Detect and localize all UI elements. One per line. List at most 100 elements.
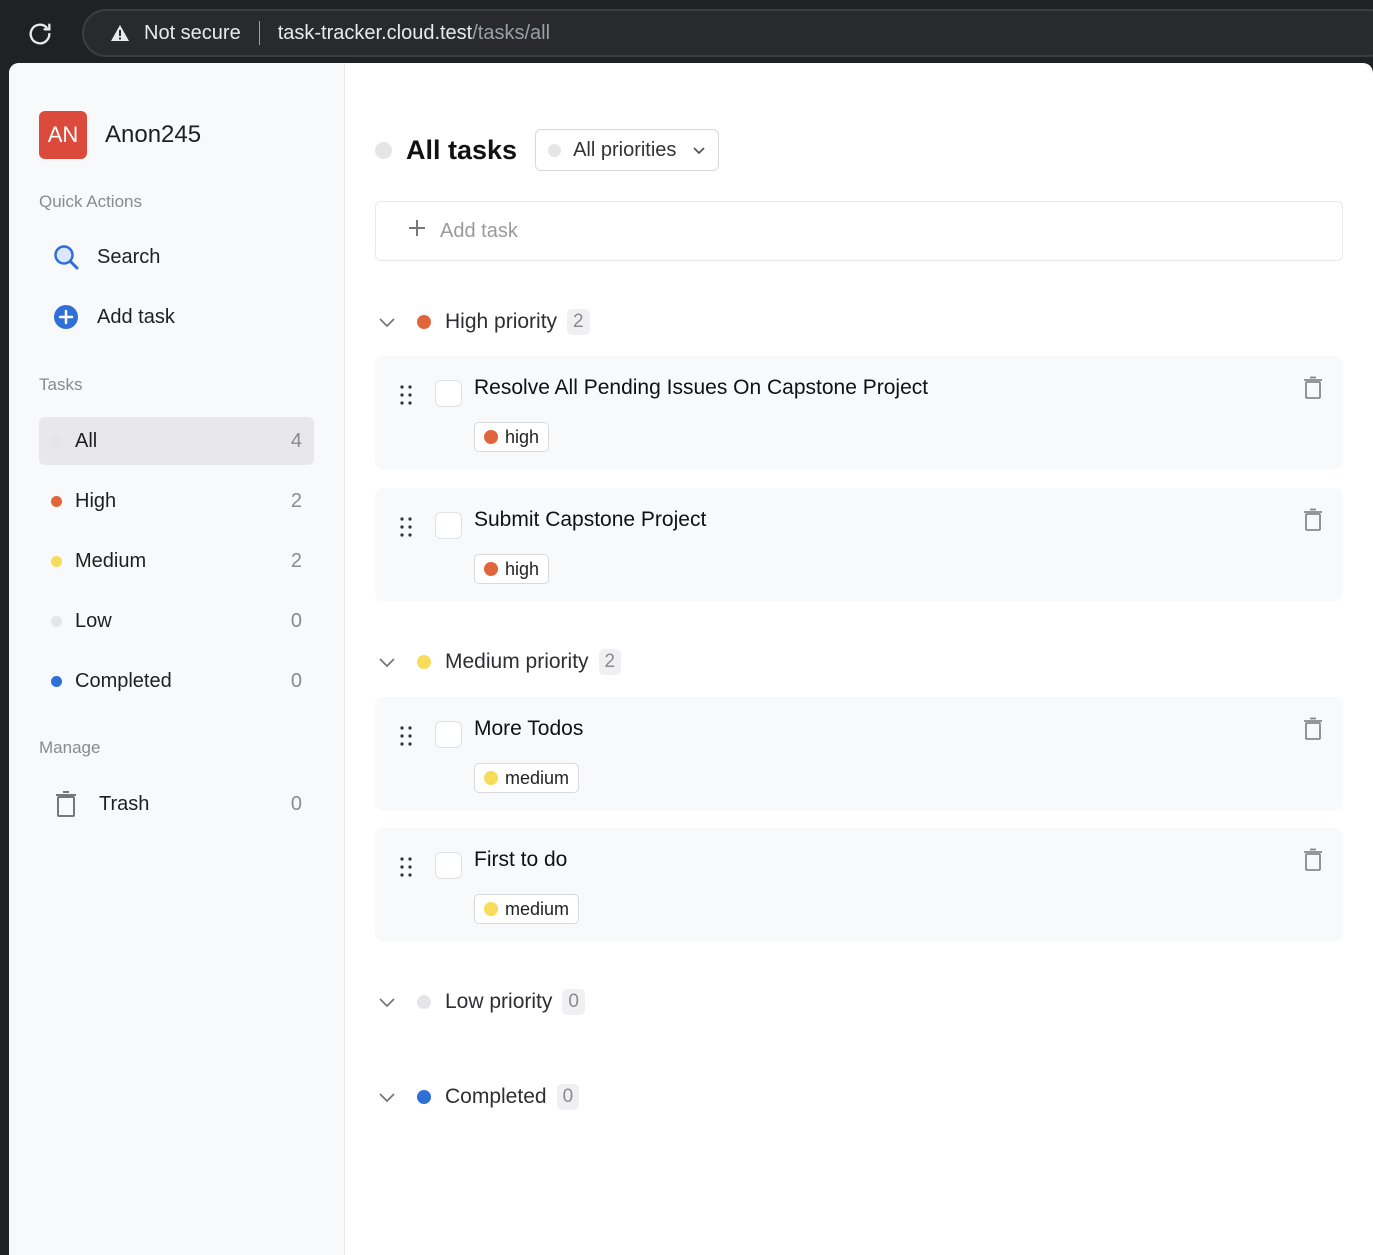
sidebar-item-label: High: [75, 489, 117, 512]
medium-dot: [417, 655, 431, 669]
medium-dot: [484, 771, 498, 785]
priority-select-value: All priorities: [573, 138, 677, 161]
priority-tag-label: high: [505, 558, 540, 579]
low-dot: [51, 615, 62, 627]
page-header: All tasks All priorities: [375, 129, 720, 171]
add-task-input[interactable]: Add task: [375, 201, 1343, 261]
title-dot: [375, 141, 392, 159]
drag-handle-icon[interactable]: [399, 384, 413, 411]
medium-dot: [51, 555, 62, 567]
chevron-down-icon[interactable]: [375, 317, 399, 328]
delete-icon[interactable]: [1303, 848, 1323, 877]
sidebar-item-count: 0: [290, 669, 302, 692]
high-dot: [484, 562, 498, 576]
high-dot: [51, 495, 62, 507]
task-card[interactable]: First to do medium: [375, 828, 1343, 941]
task-title[interactable]: First to do: [474, 848, 567, 872]
manage-label: Manage: [39, 738, 101, 757]
group-count: 2: [598, 649, 622, 675]
address-bar[interactable]: Not secure task-tracker.cloud.test/tasks…: [82, 9, 1373, 57]
chevron-down-icon[interactable]: [375, 997, 399, 1008]
medium-dot: [484, 902, 498, 916]
high-dot: [417, 315, 431, 329]
sidebar-item-high[interactable]: High 2: [39, 477, 314, 525]
address-divider: [258, 21, 260, 45]
task-checkbox[interactable]: [435, 852, 462, 879]
browser-toolbar: Not secure task-tracker.cloud.test/tasks…: [0, 0, 1373, 64]
task-checkbox[interactable]: [435, 380, 462, 407]
priority-tag: medium: [474, 763, 580, 793]
task-card[interactable]: More Todos medium: [375, 697, 1343, 810]
drag-handle-icon[interactable]: [399, 516, 413, 543]
group-label: Medium priority: [445, 650, 589, 673]
group-header-medium[interactable]: Medium priority 2: [375, 649, 622, 675]
priority-tag: high: [474, 554, 550, 584]
delete-icon[interactable]: [1303, 717, 1323, 746]
sidebar-item-low[interactable]: Low 0: [39, 597, 314, 645]
group-count: 0: [556, 1084, 580, 1110]
sidebar-item-label: Completed: [75, 669, 172, 692]
sidebar-item-label: All: [75, 429, 98, 452]
completed-dot: [417, 1090, 431, 1104]
task-title[interactable]: More Todos: [474, 717, 583, 741]
group-label: Completed: [445, 1085, 547, 1108]
priority-tag-label: medium: [505, 767, 570, 788]
drag-handle-icon[interactable]: [399, 725, 413, 752]
sidebar-item-medium[interactable]: Medium 2: [39, 537, 314, 585]
tasks-label: Tasks: [39, 375, 83, 394]
task-card[interactable]: Submit Capstone Project high: [375, 488, 1343, 601]
priority-tag-label: medium: [505, 898, 570, 919]
sidebar-item-completed[interactable]: Completed 0: [39, 657, 314, 705]
group-header-low[interactable]: Low priority 0: [375, 989, 585, 1015]
sidebar-item-search[interactable]: Search: [39, 233, 314, 281]
user-profile[interactable]: AN Anon245: [39, 111, 201, 159]
sidebar-item-all[interactable]: All 4: [39, 417, 314, 465]
priority-select[interactable]: All priorities: [535, 129, 720, 171]
task-title[interactable]: Submit Capstone Project: [474, 508, 706, 532]
drag-handle-icon[interactable]: [399, 856, 413, 883]
avatar: AN: [39, 111, 87, 159]
all-dot: [51, 435, 62, 447]
low-dot: [417, 995, 431, 1009]
delete-icon[interactable]: [1303, 508, 1323, 537]
username: Anon245: [105, 121, 202, 148]
quick-actions-label: Quick Actions: [39, 192, 142, 211]
group-count: 0: [562, 989, 585, 1015]
select-dot: [548, 143, 562, 157]
sidebar-item-label: Medium: [75, 549, 147, 572]
url-path: /tasks/all: [472, 21, 551, 44]
completed-dot: [51, 675, 62, 687]
security-indicator[interactable]: Not secure: [110, 22, 241, 45]
sidebar-item-count: 2: [290, 489, 302, 512]
chevron-down-icon: [692, 139, 706, 162]
sidebar-item-label: Search: [97, 245, 161, 268]
group-count: 2: [567, 309, 590, 335]
add-task-placeholder: Add task: [440, 219, 518, 242]
url-host: task-tracker.cloud.test: [277, 21, 473, 44]
sidebar-item-trash[interactable]: Trash 0: [39, 780, 314, 828]
main-content: All tasks All priorities Add task High p…: [375, 63, 1343, 1255]
task-title[interactable]: Resolve All Pending Issues On Capstone P…: [474, 376, 928, 400]
priority-tag: medium: [474, 894, 580, 924]
group-header-high[interactable]: High priority 2: [375, 309, 590, 335]
priority-tag: high: [474, 422, 550, 452]
sidebar-item-add-task[interactable]: Add task: [39, 293, 314, 341]
task-checkbox[interactable]: [435, 512, 462, 539]
reload-icon[interactable]: [22, 16, 58, 52]
delete-icon[interactable]: [1303, 376, 1323, 405]
group-header-completed[interactable]: Completed 0: [375, 1084, 580, 1110]
chevron-down-icon[interactable]: [375, 657, 399, 668]
task-checkbox[interactable]: [435, 721, 462, 748]
task-card[interactable]: Resolve All Pending Issues On Capstone P…: [375, 356, 1343, 469]
page-title: All tasks: [406, 134, 518, 165]
security-label: Not secure: [144, 21, 241, 44]
plus-icon: [408, 219, 426, 243]
search-icon: [39, 243, 93, 271]
priority-tag-label: high: [505, 426, 540, 447]
app-window: AN Anon245 Quick Actions Search Add task…: [9, 63, 1373, 1255]
high-dot: [484, 430, 498, 444]
sidebar-item-label: Trash: [99, 792, 150, 815]
group-label: Low priority: [445, 990, 553, 1013]
chevron-down-icon[interactable]: [375, 1092, 399, 1103]
warning-icon: [111, 25, 129, 41]
